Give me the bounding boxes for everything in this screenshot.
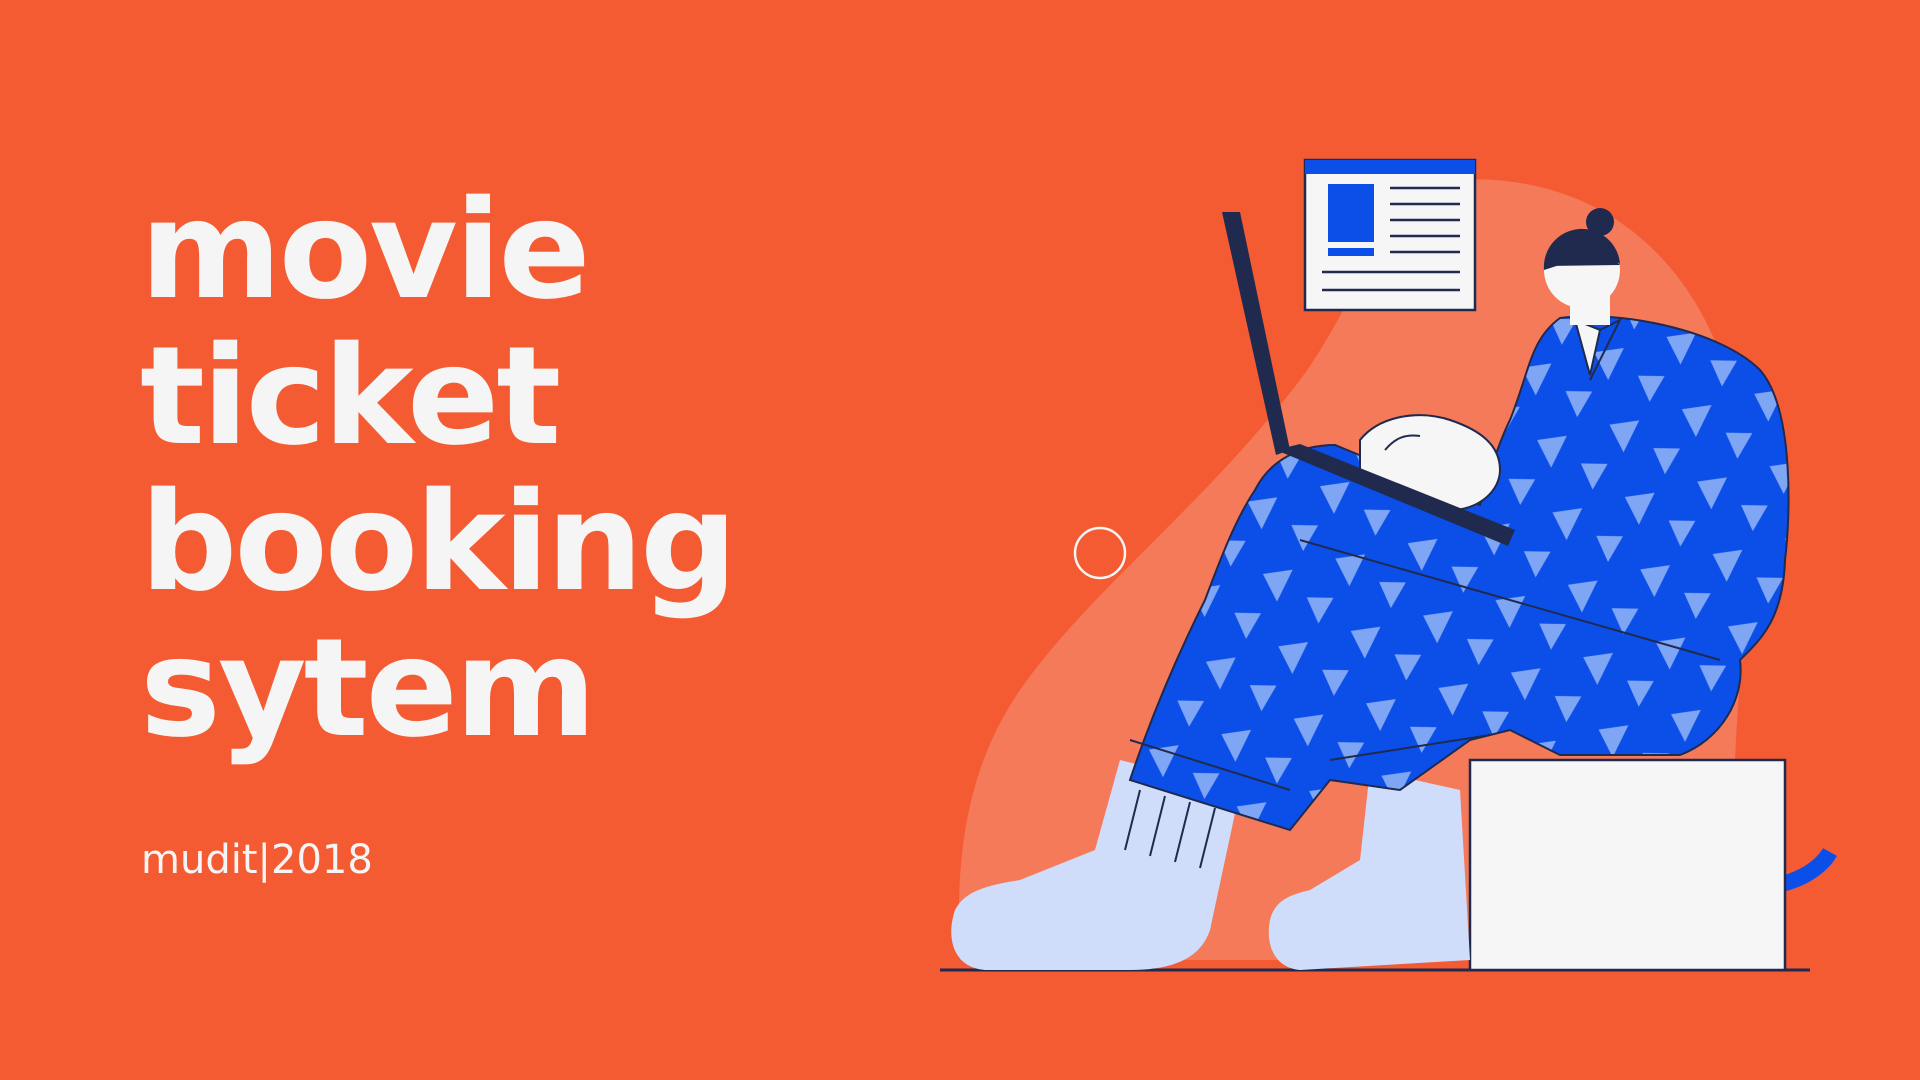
poster-canvas: movie ticket booking sytem mudit|2018 [0, 0, 1920, 1080]
browser-window-icon [1303, 158, 1477, 312]
seat-box [1468, 758, 1787, 972]
person-laptop-illustration [940, 158, 1837, 972]
circle-outline-icon [1073, 526, 1127, 580]
